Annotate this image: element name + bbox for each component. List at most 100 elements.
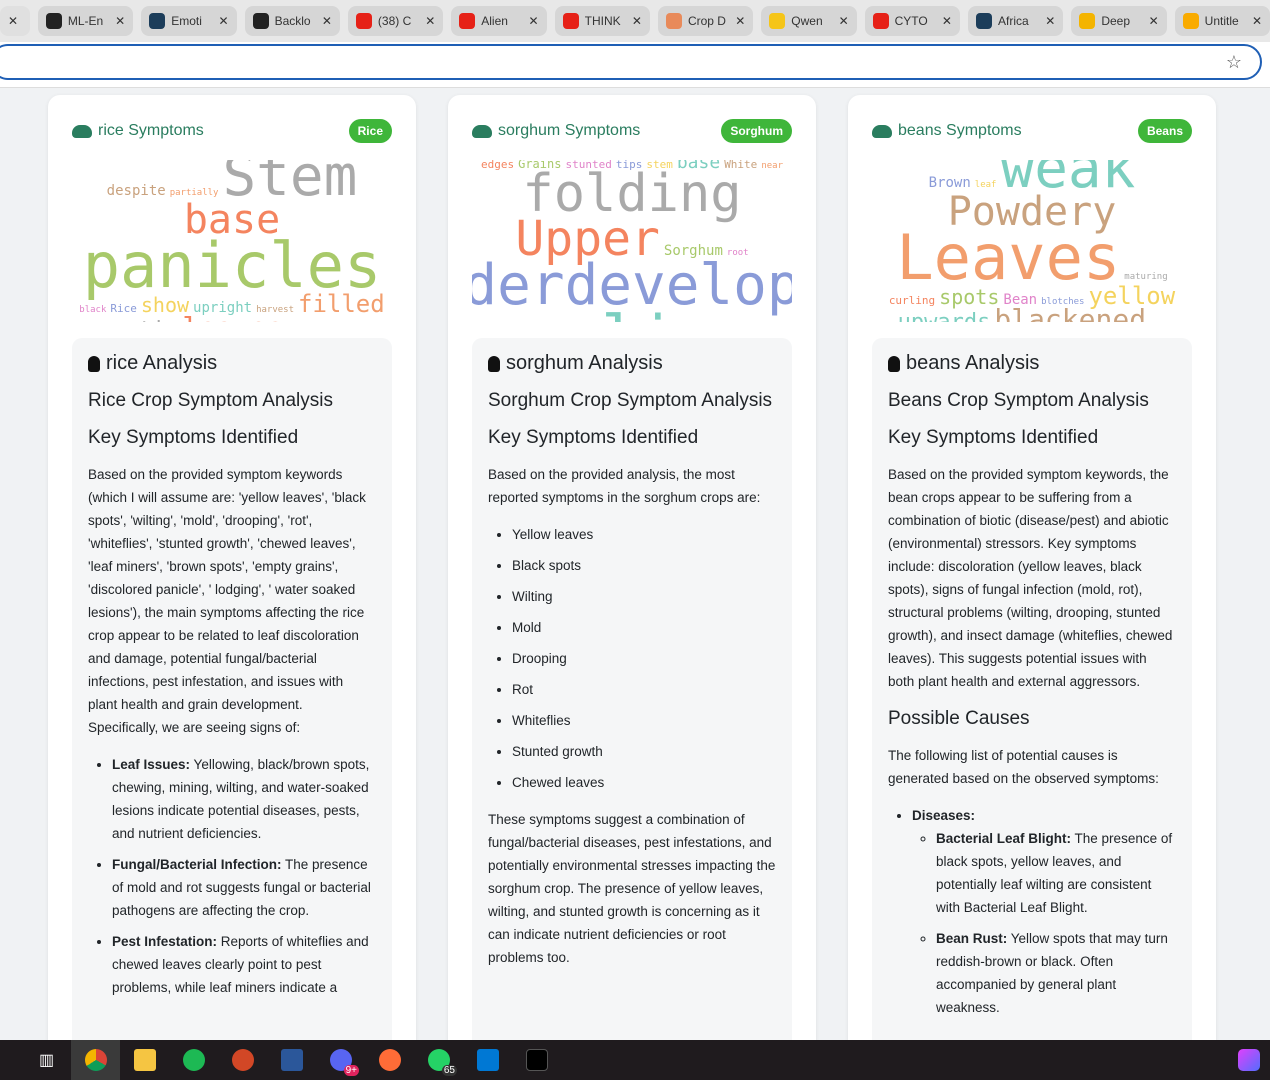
tab-title: Untitle bbox=[1204, 14, 1239, 28]
chrome-taskbar-icon[interactable] bbox=[71, 1040, 120, 1080]
bullet-label: Fungal/Bacterial Infection: bbox=[112, 857, 282, 872]
browser-tab[interactable]: Alien ✕ bbox=[451, 6, 547, 36]
whatsapp-icon[interactable]: 65 bbox=[414, 1040, 463, 1080]
card-title: beans Symptoms bbox=[898, 122, 1022, 139]
browser-tab[interactable]: Deep ✕ bbox=[1071, 6, 1167, 36]
symptom-item: Chewed leaves bbox=[512, 771, 776, 794]
browser-tab[interactable]: CYTO ✕ bbox=[864, 6, 960, 36]
task-view-button[interactable]: ▥ bbox=[22, 1040, 71, 1080]
close-icon[interactable]: ✕ bbox=[8, 14, 18, 28]
causes-heading: Possible Causes bbox=[888, 708, 1030, 729]
file-explorer-icon[interactable] bbox=[120, 1040, 169, 1080]
discord-icon[interactable]: 9+ bbox=[316, 1040, 365, 1080]
close-icon[interactable]: ✕ bbox=[735, 14, 745, 28]
word-cloud-word: Brown bbox=[928, 174, 971, 191]
word-icon[interactable] bbox=[267, 1040, 316, 1080]
tab-title: Alien bbox=[481, 14, 508, 28]
analysis-paragraph: Based on the provided analysis, the most… bbox=[488, 467, 761, 505]
powerpoint-icon[interactable] bbox=[218, 1040, 267, 1080]
browser-tab[interactable]: Crop D ✕ bbox=[657, 6, 754, 36]
browser-tab[interactable]: Qwen ✕ bbox=[761, 6, 857, 36]
word-cloud-word: tip bbox=[139, 320, 179, 322]
browser-tab[interactable]: Untitle ✕ bbox=[1174, 6, 1270, 36]
browser-tab[interactable]: ML-En ✕ bbox=[37, 6, 134, 36]
analysis-heading: Sorghum Crop Symptom Analysis bbox=[488, 390, 773, 411]
crop-badge: Rice bbox=[348, 119, 392, 143]
postman-icon[interactable] bbox=[365, 1040, 414, 1080]
address-bar[interactable]: ☆ bbox=[0, 44, 1262, 80]
close-icon[interactable]: ✕ bbox=[1045, 14, 1055, 28]
card-header: rice Symptoms Rice bbox=[72, 119, 392, 143]
symptom-item: Drooping bbox=[512, 647, 776, 670]
analysis-heading: Rice Crop Symptom Analysis bbox=[88, 390, 333, 411]
symptom-bullet: Leaf Issues: Yellowing, black/brown spot… bbox=[112, 753, 376, 845]
tab-title: (38) C bbox=[377, 14, 412, 28]
tab-title: Crop D bbox=[687, 14, 726, 28]
analysis-panel: beans Analysis Beans Crop Symptom Analysi… bbox=[872, 338, 1192, 1040]
rice-card: rice SymptomsRiceDeaddryingGrainpatchesf… bbox=[48, 95, 416, 1040]
card-header: sorghum Symptoms Sorghum bbox=[472, 119, 792, 143]
close-icon[interactable]: ✕ bbox=[942, 14, 952, 28]
word-cloud-word: Leaves bbox=[896, 220, 1121, 294]
word-cloud-word: partially bbox=[169, 187, 219, 198]
card-header: beans Symptoms Beans bbox=[872, 119, 1192, 143]
symptom-item: Yellow leaves bbox=[512, 523, 776, 546]
sparkle-icon bbox=[665, 13, 682, 29]
analysis-title: rice Analysis bbox=[106, 352, 218, 374]
close-icon[interactable]: ✕ bbox=[1252, 14, 1262, 28]
cause-item: Bean Rust: Yellow spots that may turn re… bbox=[936, 927, 1176, 1019]
browser-tab[interactable]: THINK ✕ bbox=[554, 6, 650, 36]
analysis-title: beans Analysis bbox=[906, 352, 1040, 374]
causes-group: Diseases: Bacterial Leaf Blight: The pres… bbox=[912, 804, 1176, 1019]
taskbar: ▥ 9+ 65 bbox=[0, 1040, 1270, 1080]
spotify-icon[interactable] bbox=[169, 1040, 218, 1080]
copilot-icon[interactable] bbox=[1238, 1049, 1260, 1071]
close-icon[interactable]: ✕ bbox=[529, 14, 539, 28]
word-cloud-word: leaf bbox=[974, 179, 997, 190]
browser-tab[interactable]: (38) C ✕ bbox=[347, 6, 444, 36]
symptom-item: Mold bbox=[512, 616, 776, 639]
word-cloud-word: blackened bbox=[994, 303, 1147, 322]
app-icon[interactable] bbox=[512, 1040, 561, 1080]
close-icon[interactable]: ✕ bbox=[115, 14, 125, 28]
word-cloud-word: black bbox=[79, 304, 107, 315]
word-cloud-word: upwards bbox=[898, 312, 991, 322]
word-cloud-word: panicles bbox=[82, 229, 382, 302]
browser-tab[interactable]: Africa ✕ bbox=[967, 6, 1064, 36]
analysis-subheading: Key Symptoms Identified bbox=[488, 427, 699, 448]
analysis-title: sorghum Analysis bbox=[506, 352, 663, 374]
cause-label: Bacterial Leaf Blight: bbox=[936, 831, 1072, 846]
word-cloud: curlingleavesdryingearlyseenheadsleafnoo… bbox=[472, 160, 792, 322]
close-icon[interactable]: ✕ bbox=[322, 14, 332, 28]
bookmark-star-icon[interactable]: ☆ bbox=[1226, 52, 1242, 73]
colab-icon bbox=[1182, 13, 1199, 29]
analysis-paragraph: Based on the provided symptom keywords, … bbox=[888, 467, 1173, 689]
youtube-icon bbox=[562, 13, 579, 29]
browser-tab[interactable]: Emoti ✕ bbox=[141, 6, 237, 36]
d-icon bbox=[149, 13, 166, 29]
tab-title: Emoti bbox=[171, 14, 202, 28]
word-cloud: seengrowthBrownleafweakPowderyLeavesmatu… bbox=[872, 160, 1192, 322]
youtube-icon bbox=[872, 13, 889, 29]
word-cloud-word: edges bbox=[480, 160, 515, 171]
analysis-subheading: Key Symptoms Identified bbox=[88, 427, 299, 448]
analysis-paragraph-2: These symptoms suggest a combination of … bbox=[488, 812, 776, 965]
vscode-icon[interactable] bbox=[463, 1040, 512, 1080]
tab-title: Deep bbox=[1101, 14, 1131, 28]
crop-badge: Sorghum bbox=[721, 119, 792, 143]
close-icon[interactable]: ✕ bbox=[1149, 14, 1159, 28]
symptom-bullet: Pest Infestation: Reports of whiteflies … bbox=[112, 930, 376, 999]
tab-title: CYTO bbox=[894, 14, 928, 28]
tab-partial[interactable]: ✕ bbox=[0, 6, 30, 36]
tab-title: Africa bbox=[997, 14, 1029, 28]
word-cloud-word: despite bbox=[106, 182, 166, 199]
close-icon[interactable]: ✕ bbox=[839, 14, 849, 28]
tab-title: Qwen bbox=[791, 14, 823, 28]
github-icon bbox=[45, 13, 62, 29]
close-icon[interactable]: ✕ bbox=[219, 14, 229, 28]
analysis-paragraph: Based on the provided symptom keywords (… bbox=[88, 467, 366, 735]
github-icon bbox=[252, 13, 269, 29]
browser-tab[interactable]: Backlo ✕ bbox=[244, 6, 340, 36]
close-icon[interactable]: ✕ bbox=[632, 14, 642, 28]
close-icon[interactable]: ✕ bbox=[425, 14, 435, 28]
